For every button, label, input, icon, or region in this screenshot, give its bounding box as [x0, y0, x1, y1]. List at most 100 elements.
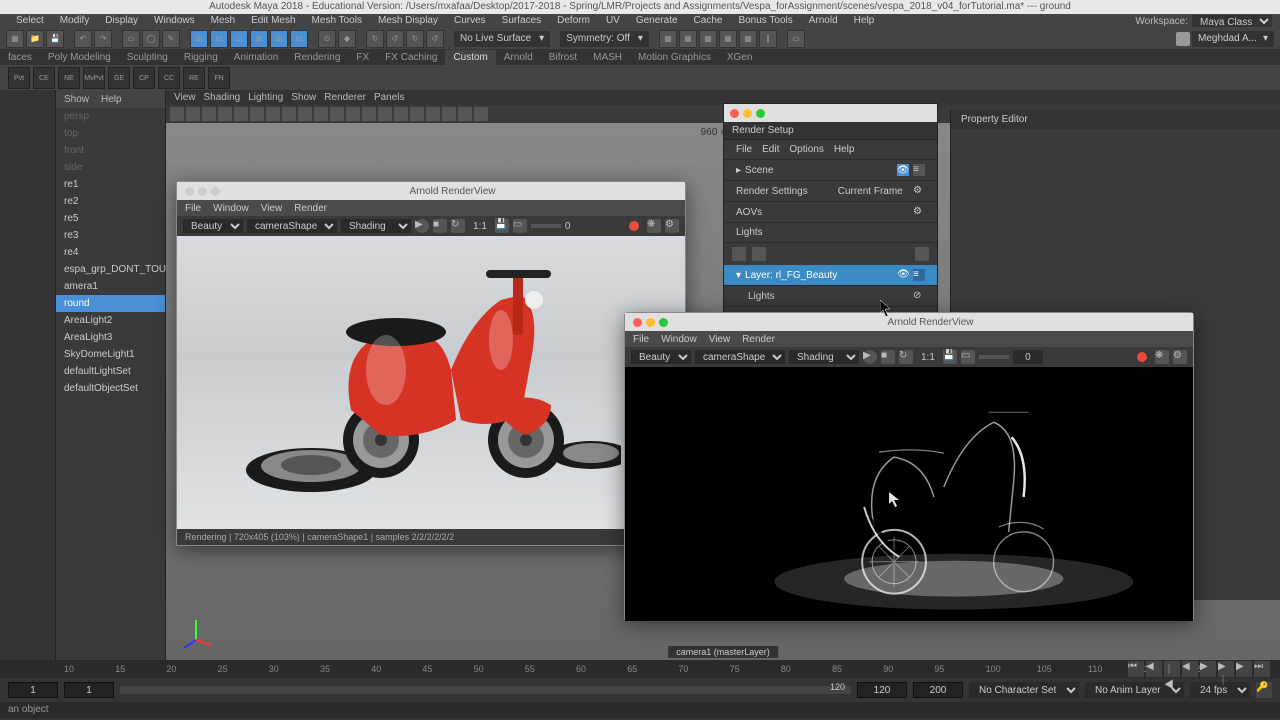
range-slider[interactable]: 120 [120, 686, 851, 694]
arnold2-menu-window[interactable]: Window [661, 334, 697, 345]
shelf-btn-ne[interactable]: NE [58, 67, 80, 89]
rs-brush-icon[interactable] [732, 247, 746, 261]
rs-layer-lights[interactable]: Lights ⊘ [724, 286, 937, 307]
live-surface-dropdown[interactable]: No Live Surface▾ [454, 31, 550, 47]
arnold1-render-view[interactable] [177, 236, 685, 529]
shelf-tab-bifrost[interactable]: Bifrost [541, 50, 585, 65]
vp-icon[interactable] [186, 107, 200, 121]
arnold2-shading-select[interactable]: Shading [789, 350, 859, 364]
rs-menu-file[interactable]: File [736, 144, 752, 155]
refresh-icon[interactable]: ↻ [899, 350, 913, 364]
outliner-item[interactable]: side [56, 159, 165, 176]
eye-icon[interactable]: 👁 [897, 164, 909, 176]
user-avatar-icon[interactable] [1176, 32, 1190, 46]
window-traffic-lights[interactable] [633, 318, 668, 327]
menu-bonus-tools[interactable]: Bonus Tools [730, 14, 800, 28]
shelf-btn-re[interactable]: RE [183, 67, 205, 89]
menu-select[interactable]: Select [8, 14, 52, 28]
outliner-menu-show[interactable]: Show [64, 94, 89, 105]
rs-aovs[interactable]: AOVs ⚙ [724, 202, 937, 223]
refresh-icon[interactable]: ↻ [451, 219, 465, 233]
time-end-input[interactable] [913, 682, 963, 698]
user-dropdown[interactable]: Meghdad A...▾ [1192, 31, 1274, 47]
tool-magnet-icon[interactable]: ⊙ [318, 30, 336, 48]
tool-new-icon[interactable]: ▦ [6, 30, 24, 48]
outliner-item[interactable]: persp [56, 108, 165, 125]
tool-save-icon[interactable]: 💾 [46, 30, 64, 48]
rs-edit-icon[interactable] [915, 247, 929, 261]
tool-snap4-icon[interactable]: ⊠ [250, 30, 268, 48]
rs-menu-edit[interactable]: Edit [762, 144, 779, 155]
log-icon[interactable]: ❋ [1155, 350, 1169, 364]
time-range-end-input[interactable] [857, 682, 907, 698]
outliner-item[interactable]: re4 [56, 244, 165, 261]
vp-icon[interactable] [218, 107, 232, 121]
settings-icon[interactable]: ⚙ [665, 219, 679, 233]
tool-history4-icon[interactable]: ↺ [426, 30, 444, 48]
rs-scene-row[interactable]: ▸Scene 👁 ≡ [724, 160, 937, 181]
tool-render3-icon[interactable]: ▦ [699, 30, 717, 48]
log-icon[interactable]: ❋ [647, 219, 661, 233]
outliner-item[interactable]: re2 [56, 193, 165, 210]
record-icon[interactable] [629, 221, 639, 231]
exposure-slider[interactable] [979, 355, 1009, 359]
shelf-btn-cp[interactable]: CP [133, 67, 155, 89]
vp-icon[interactable] [474, 107, 488, 121]
symmetry-dropdown[interactable]: Symmetry: Off▾ [560, 31, 649, 47]
vp-icon[interactable] [442, 107, 456, 121]
tool-render4-icon[interactable]: ▦ [719, 30, 737, 48]
shelf-tab-faces[interactable]: faces [0, 50, 40, 65]
arnold1-camera-select[interactable]: cameraShape1 [247, 219, 337, 233]
step-back-icon[interactable]: ◀ [1146, 661, 1162, 677]
menu-uv[interactable]: UV [598, 14, 628, 28]
rewind-end-icon[interactable]: ⏭ [1254, 661, 1270, 677]
tool-paint-icon[interactable]: ✎ [162, 30, 180, 48]
vp-menu-show[interactable]: Show [291, 92, 316, 103]
tool-render5-icon[interactable]: ▦ [739, 30, 757, 48]
shelf-btn-mvpvt[interactable]: MvPvt [83, 67, 105, 89]
menu-mesh-display[interactable]: Mesh Display [370, 14, 446, 28]
time-start-input[interactable] [8, 682, 58, 698]
rs-lights[interactable]: Lights [724, 223, 937, 243]
tool-render2-icon[interactable]: ▦ [679, 30, 697, 48]
vp-menu-panels[interactable]: Panels [374, 92, 405, 103]
ratio-label[interactable]: 1:1 [917, 352, 939, 363]
shelf-btn-pvt[interactable]: Pvt [8, 67, 30, 89]
tool-panel-icon[interactable]: ▭ [787, 30, 805, 48]
tool-snap6-icon[interactable]: ⊟ [290, 30, 308, 48]
shelf-btn-fn[interactable]: FN [208, 67, 230, 89]
character-set-dropdown[interactable]: No Character Set [969, 682, 1079, 698]
exposure-slider[interactable] [531, 224, 561, 228]
outliner-item[interactable]: re5 [56, 210, 165, 227]
shelf-tab-xgen[interactable]: XGen [719, 50, 761, 65]
tool-history2-icon[interactable]: ↺ [386, 30, 404, 48]
play-icon[interactable]: ▶ [863, 350, 877, 364]
arnold1-menu-view[interactable]: View [261, 203, 283, 214]
arnold1-mode-select[interactable]: Beauty [183, 219, 243, 233]
arnold2-menu-file[interactable]: File [633, 334, 649, 345]
shelf-tab-mash[interactable]: MASH [585, 50, 630, 65]
menu-windows[interactable]: Windows [146, 14, 203, 28]
record-icon[interactable] [1137, 352, 1147, 362]
vp-icon[interactable] [410, 107, 424, 121]
tool-render1-icon[interactable]: ▦ [659, 30, 677, 48]
vp-icon[interactable] [266, 107, 280, 121]
outliner-item[interactable]: re3 [56, 227, 165, 244]
arnold2-menu-render[interactable]: Render [742, 334, 775, 345]
shelf-tab-poly[interactable]: Poly Modeling [40, 50, 119, 65]
region-icon[interactable]: ▭ [513, 219, 527, 233]
menu-mesh-tools[interactable]: Mesh Tools [304, 14, 370, 28]
tool-snap1-icon[interactable]: ⊞ [190, 30, 208, 48]
arnold2-render-view[interactable] [625, 367, 1193, 621]
menu-deform[interactable]: Deform [549, 14, 598, 28]
arnold1-menu-render[interactable]: Render [294, 203, 327, 214]
outliner-item[interactable]: top [56, 125, 165, 142]
vp-icon[interactable] [378, 107, 392, 121]
window-traffic-lights[interactable] [185, 187, 220, 196]
tool-select-icon[interactable]: ▭ [122, 30, 140, 48]
menu-curves[interactable]: Curves [446, 14, 494, 28]
vp-icon[interactable] [394, 107, 408, 121]
rewind-start-icon[interactable]: ⏮ [1128, 661, 1144, 677]
arnold2-menu-view[interactable]: View [709, 334, 731, 345]
tool-snap2-icon[interactable]: ⊟ [210, 30, 228, 48]
